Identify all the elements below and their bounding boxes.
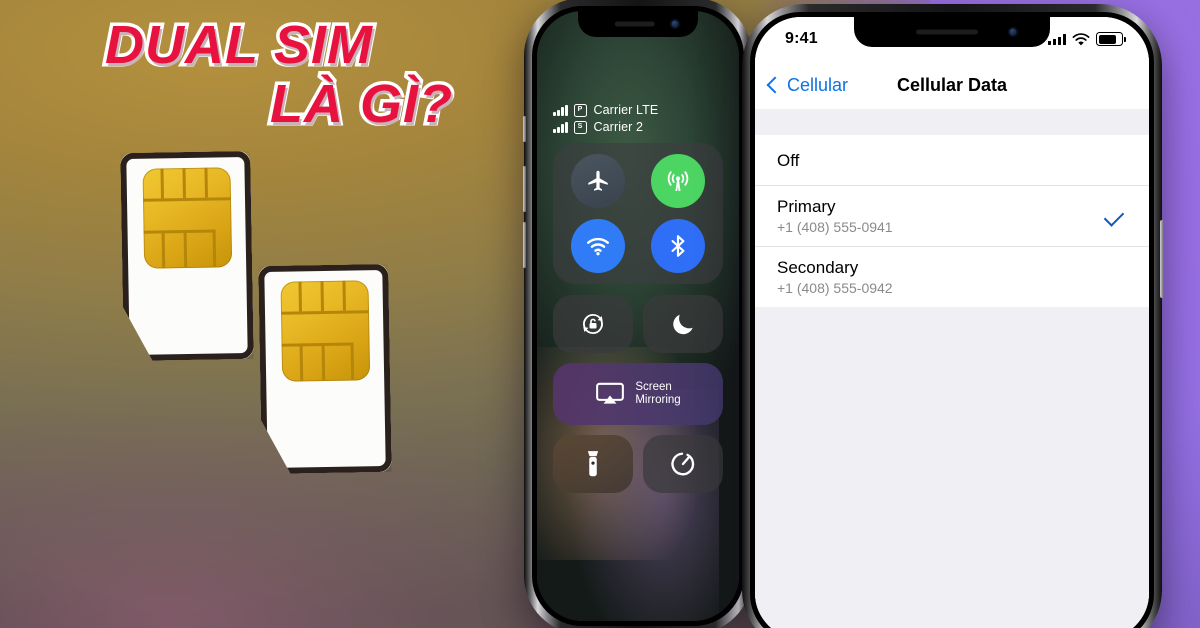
timer-icon — [671, 452, 695, 476]
phone-control-center: P Carrier LTE S Carrier 2 Screen Mirrori… — [523, 0, 752, 628]
back-button-label: Cellular — [787, 74, 849, 95]
navigation-bar: Cellular Cellular Data — [755, 61, 1149, 109]
list-top-spacer — [755, 109, 1149, 135]
poster-headline: DUAL SIM LÀ GÌ? — [0, 14, 520, 135]
phone-right-power-button[interactable] — [1160, 220, 1164, 298]
poster-canvas: DUAL SIM LÀ GÌ? P Carrier LTE S Carrier … — [0, 0, 1200, 628]
wifi-icon — [1072, 32, 1090, 45]
sim-card-1 — [120, 151, 254, 361]
row-title: Secondary — [777, 258, 859, 277]
phone-left-volume-up[interactable] — [523, 166, 526, 212]
chevron-left-icon — [766, 76, 784, 94]
cellular-signal-icon — [1048, 33, 1066, 45]
earpiece-speaker — [916, 29, 979, 35]
moon-icon — [673, 314, 693, 335]
cellular-data-toggle[interactable] — [650, 154, 705, 208]
carrier-row: P Carrier LTE — [553, 103, 723, 117]
table-row[interactable]: Secondary +1 (408) 555-0942 — [755, 247, 1149, 307]
airplane-icon — [588, 170, 608, 191]
row-title: Off — [777, 150, 800, 170]
sim-badge-secondary-icon: S — [573, 120, 587, 134]
rotation-lock-icon — [583, 313, 603, 335]
cellular-antenna-icon — [667, 171, 688, 191]
phone-left-volume-down[interactable] — [523, 222, 526, 268]
screen-mirroring-label-line2: Mirroring — [635, 394, 681, 406]
screen-mirroring-label: Screen Mirroring — [635, 381, 680, 407]
headline-line-2: LÀ GÌ? — [267, 73, 456, 135]
row-title: Primary — [777, 197, 836, 216]
row-subtitle: +1 (408) 555-0942 — [777, 280, 893, 296]
phone-left-notch — [578, 11, 698, 37]
screen-mirroring-tile[interactable]: Screen Mirroring — [553, 363, 723, 425]
phone-right-notch — [854, 17, 1050, 47]
sim-card-1-outline — [120, 151, 254, 361]
screen-mirroring-label-line1: Screen — [635, 381, 672, 393]
list-bottom-fill — [755, 307, 1149, 628]
phone-left-screen: P Carrier LTE S Carrier 2 Screen Mirrori… — [537, 11, 739, 621]
carrier-row: S Carrier 2 — [553, 120, 723, 134]
screen-mirroring-icon — [596, 382, 625, 404]
signal-bars-icon — [553, 121, 568, 133]
row-text: Primary +1 (408) 555-0941 — [777, 196, 893, 236]
front-camera-icon — [1008, 27, 1018, 37]
control-center-tiles: Screen Mirroring — [553, 295, 723, 493]
checkmark-icon — [1103, 205, 1125, 227]
wifi-icon — [587, 237, 610, 256]
phone-settings: 9:41 Cellular Cellular Data Off Primary … — [742, 4, 1164, 628]
cellular-data-options-list: Off Primary +1 (408) 555-0941 Secondary — [755, 135, 1149, 307]
rotation-lock-tile[interactable] — [553, 295, 633, 353]
status-bar-indicators — [1048, 32, 1126, 46]
row-text: Off — [777, 150, 799, 171]
do-not-disturb-tile[interactable] — [643, 295, 723, 353]
timer-tile[interactable] — [643, 435, 723, 493]
table-row[interactable]: Primary +1 (408) 555-0941 — [755, 186, 1149, 247]
bluetooth-icon — [671, 235, 685, 257]
carrier-status-list: P Carrier LTE S Carrier 2 — [553, 103, 723, 134]
airplane-mode-toggle[interactable] — [571, 154, 626, 208]
phone-right-screen: 9:41 Cellular Cellular Data Off Primary … — [755, 17, 1149, 628]
battery-icon — [1096, 32, 1126, 46]
flashlight-tile[interactable] — [553, 435, 633, 493]
phone-left-mute-switch[interactable] — [523, 116, 526, 142]
bluetooth-toggle[interactable] — [650, 219, 705, 273]
row-subtitle: +1 (408) 555-0941 — [777, 219, 893, 235]
wifi-toggle[interactable] — [571, 219, 626, 273]
connectivity-toggle-grid — [564, 154, 712, 273]
sim-card-2-outline — [258, 264, 392, 474]
control-center-content: P Carrier LTE S Carrier 2 Screen Mirrori… — [537, 11, 739, 621]
front-camera-icon — [670, 19, 680, 29]
earpiece-speaker — [614, 21, 655, 27]
headline-line-1: DUAL SIM — [102, 14, 376, 76]
sim-badge-primary-icon: P — [573, 103, 587, 117]
connectivity-panel — [553, 143, 723, 284]
back-button[interactable]: Cellular — [766, 74, 849, 96]
flashlight-icon — [587, 451, 599, 477]
carrier-name: Carrier 2 — [593, 120, 644, 134]
signal-bars-icon — [553, 104, 568, 116]
row-text: Secondary +1 (408) 555-0942 — [777, 257, 893, 297]
status-bar-clock: 9:41 — [785, 30, 818, 47]
carrier-name: Carrier LTE — [593, 103, 659, 117]
sim-card-2 — [258, 264, 392, 474]
settings-app: 9:41 Cellular Cellular Data Off Primary … — [755, 17, 1149, 628]
table-row[interactable]: Off — [755, 135, 1149, 186]
